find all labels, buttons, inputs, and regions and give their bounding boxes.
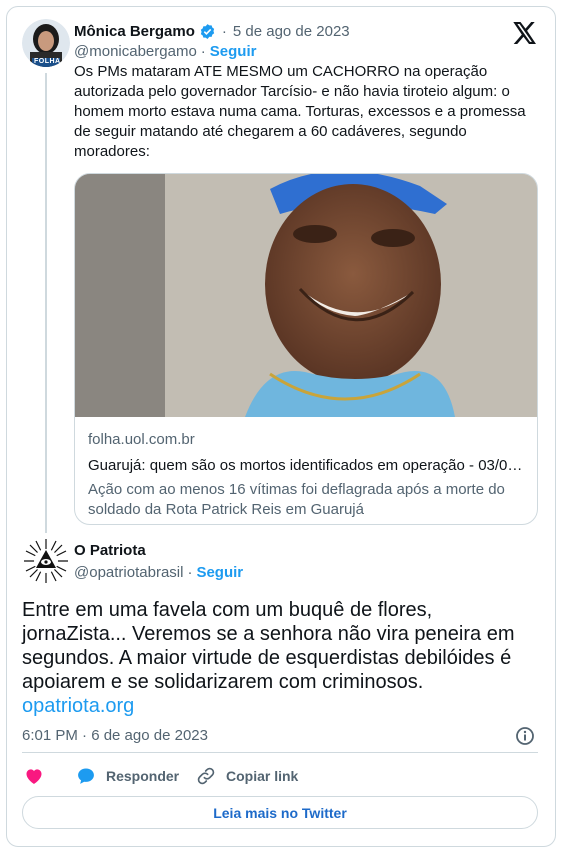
main-handle-row: @opatriotabrasil · Seguir: [74, 562, 243, 582]
link-title: Guarujá: quem são os mortos identificado…: [88, 457, 528, 474]
info-icon[interactable]: [515, 726, 535, 751]
copy-link-label: Copiar link: [226, 768, 299, 784]
link-card-meta: folha.uol.com.br Guarujá: quem são os mo…: [88, 430, 528, 520]
divider: [22, 752, 538, 753]
link-preview-card[interactable]: folha.uol.com.br Guarujá: quem são os mo…: [74, 173, 538, 525]
copy-link-button[interactable]: Copiar link: [196, 765, 298, 787]
verified-badge-icon: [199, 23, 216, 40]
reply-button[interactable]: Responder: [76, 765, 179, 787]
quoted-author-name[interactable]: Mônica Bergamo: [74, 23, 195, 40]
link-domain: folha.uol.com.br: [88, 431, 195, 448]
folha-caption: FOLHA: [34, 58, 61, 65]
main-author-name[interactable]: O Patriota: [74, 541, 146, 561]
thread-connector-line: [45, 73, 47, 533]
copy-link-icon: [196, 766, 216, 786]
link-description: Ação com ao menos 16 vítimas foi deflagr…: [88, 481, 505, 518]
o-patriota-avatar[interactable]: [22, 537, 70, 585]
handle-separator: ·: [200, 42, 206, 60]
quoted-tweet-header: Mônica Bergamo · 5 de ago de 2023: [74, 20, 350, 42]
main-tweet-text: Entre em uma favela com um buquê de flor…: [22, 599, 515, 693]
reply-label: Responder: [106, 768, 180, 784]
main-tweet-link[interactable]: opatriota.org: [22, 694, 134, 718]
monica-bergamo-avatar[interactable]: FOLHA: [22, 19, 70, 67]
quoted-tweet-text: Os PMs mataram ATE MESMO um CACHORRO na …: [74, 63, 526, 160]
header-separator: ·: [221, 22, 227, 40]
x-logo-icon[interactable]: [513, 22, 537, 49]
main-author-handle[interactable]: @opatriotabrasil: [74, 564, 183, 581]
follow-patriota-button[interactable]: Seguir: [196, 564, 243, 581]
heart-icon[interactable]: [24, 766, 44, 791]
quoted-author-handle[interactable]: @monicabergamo: [74, 43, 197, 60]
quoted-tweet-date[interactable]: 5 de ago de 2023: [233, 23, 350, 40]
quoted-handle-row: @monicabergamo · Seguir: [74, 41, 256, 61]
article-thumbnail: [75, 174, 537, 417]
follow-monica-button[interactable]: Seguir: [210, 43, 257, 60]
reply-bubble-icon: [76, 766, 96, 786]
main-handle-separator: ·: [187, 563, 193, 581]
read-more-button[interactable]: Leia mais no Twitter: [22, 796, 538, 829]
main-tweet-timestamp[interactable]: 6:01 PM · 6 de ago de 2023: [22, 726, 208, 746]
